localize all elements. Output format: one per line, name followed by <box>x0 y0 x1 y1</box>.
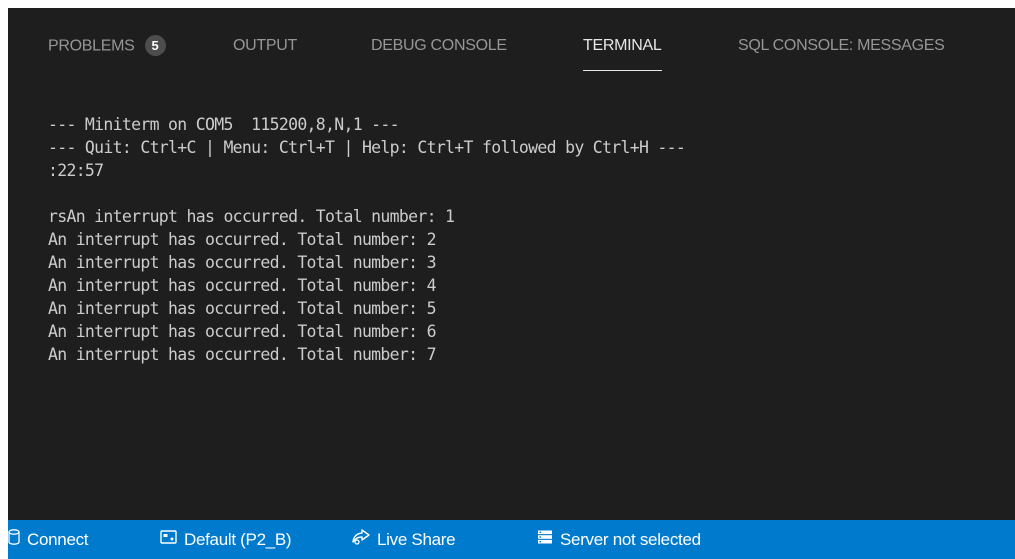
tab-problems[interactable]: PROBLEMS 5 <box>48 35 166 57</box>
connect-label: Connect <box>27 530 89 549</box>
server-icon <box>537 520 553 559</box>
terminal-line: An interrupt has occurred. Total number:… <box>48 322 437 341</box>
live-share-label: Live Share <box>377 530 456 549</box>
terminal-line: --- Miniterm on COM5 115200,8,N,1 --- <box>48 115 400 134</box>
terminal-line: An interrupt has occurred. Total number:… <box>48 276 437 295</box>
status-bar: Connect Default (P2_B) Live Share Server… <box>8 520 1015 559</box>
tab-terminal[interactable]: TERMINAL <box>583 36 662 71</box>
live-share-icon <box>352 520 370 559</box>
tab-sql-console-messages[interactable]: SQL CONSOLE: MESSAGES <box>738 36 945 56</box>
terminal-line: An interrupt has occurred. Total number:… <box>48 299 437 318</box>
board-selector[interactable]: Default (P2_B) <box>160 520 292 559</box>
active-tab-indicator <box>583 70 662 71</box>
tab-output-label: OUTPUT <box>233 37 297 54</box>
board-icon <box>160 520 177 559</box>
connect-button[interactable]: Connect <box>8 520 89 559</box>
tab-sql-console-messages-label: SQL CONSOLE: MESSAGES <box>738 37 945 54</box>
panel-tab-bar: PROBLEMS 5 OUTPUT DEBUG CONSOLE TERMINAL… <box>8 8 1015 80</box>
tab-debug-console[interactable]: DEBUG CONSOLE <box>371 36 507 56</box>
terminal-line: An interrupt has occurred. Total number:… <box>48 345 437 364</box>
terminal-output[interactable]: --- Miniterm on COM5 115200,8,N,1 --- --… <box>48 113 1008 366</box>
problems-count-badge: 5 <box>144 35 166 56</box>
vscode-panel: PROBLEMS 5 OUTPUT DEBUG CONSOLE TERMINAL… <box>8 8 1015 559</box>
tab-output[interactable]: OUTPUT <box>233 36 297 56</box>
terminal-line: :22:57 <box>48 161 104 180</box>
server-selector-label: Server not selected <box>560 530 701 549</box>
terminal-line: An interrupt has occurred. Total number:… <box>48 230 437 249</box>
tab-problems-label: PROBLEMS <box>48 37 135 55</box>
terminal-line: --- Quit: Ctrl+C | Menu: Ctrl+T | Help: … <box>48 138 686 157</box>
database-icon <box>8 520 20 559</box>
tab-terminal-label: TERMINAL <box>583 37 662 54</box>
live-share-button[interactable]: Live Share <box>352 520 456 559</box>
terminal-line: An interrupt has occurred. Total number:… <box>48 253 437 272</box>
tab-debug-console-label: DEBUG CONSOLE <box>371 37 507 54</box>
terminal-line: rsAn interrupt has occurred. Total numbe… <box>48 207 455 226</box>
server-selector[interactable]: Server not selected <box>537 520 701 559</box>
board-selector-label: Default (P2_B) <box>184 530 292 549</box>
